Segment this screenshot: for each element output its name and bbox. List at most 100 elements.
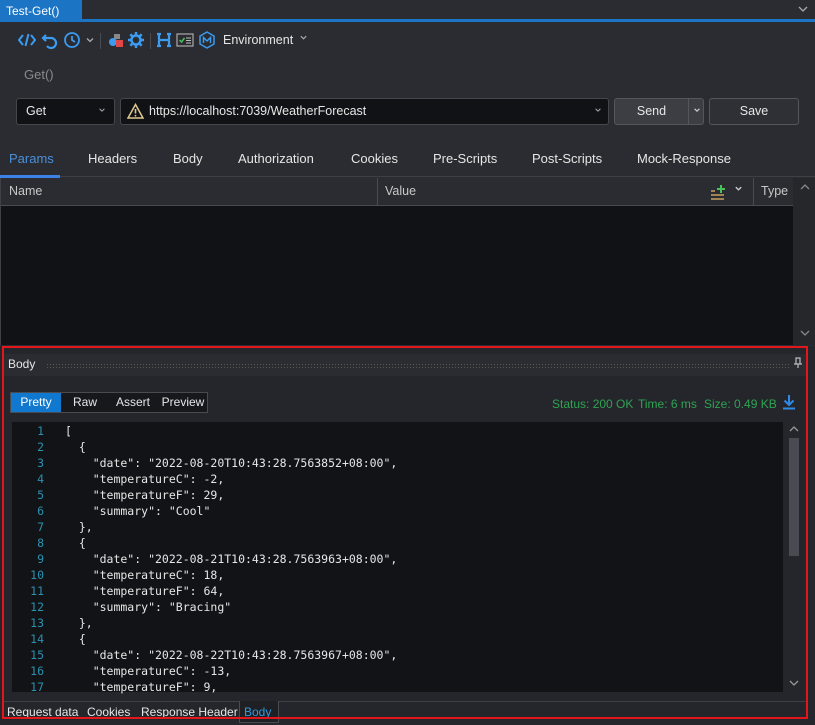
code-line: 9 "date": "2022-08-21T10:43:28.7563963+0… xyxy=(12,551,783,567)
code-line: 2 { xyxy=(12,439,783,455)
line-number: 4 xyxy=(37,472,44,486)
add-param-chevron-down-icon[interactable] xyxy=(734,184,743,195)
pin-icon[interactable] xyxy=(794,357,802,372)
time-text: Time: 6 ms xyxy=(638,397,697,411)
code-line: 11 "temperatureF": 64, xyxy=(12,583,783,599)
gear-icon[interactable] xyxy=(127,31,145,49)
code-line: 14 { xyxy=(12,631,783,647)
send-button-group: Send xyxy=(614,98,704,125)
method-select[interactable]: Get xyxy=(16,98,115,125)
environment-chevron-down-icon[interactable] xyxy=(299,33,308,44)
line-number: 10 xyxy=(30,568,44,582)
response-body-code[interactable]: 1[2 {3 "date": "2022-08-20T10:43:28.7563… xyxy=(12,422,783,695)
line-content: { xyxy=(65,440,86,454)
environment-selector[interactable]: Environment xyxy=(223,33,293,47)
scroll-up-icon[interactable] xyxy=(785,424,803,437)
toolbar-divider xyxy=(100,33,101,49)
line-content: { xyxy=(65,632,86,646)
app-window: Test-Get() Environment Get() Get https:/… xyxy=(0,0,815,725)
request-toolbar: Environment xyxy=(0,25,815,57)
tab-post-scripts[interactable]: Post-Scripts xyxy=(532,151,602,166)
code-line: 16 "temperatureC": -13, xyxy=(12,663,783,679)
bottom-tab-cookies[interactable]: Cookies xyxy=(87,705,130,719)
params-grid: Name Value Type xyxy=(0,178,815,345)
request-name[interactable]: Get() xyxy=(24,67,54,82)
code-line: 15 "date": "2022-08-22T10:43:28.7563967+… xyxy=(12,647,783,663)
code-line: 10 "temperatureC": 18, xyxy=(12,567,783,583)
tab-cookies[interactable]: Cookies xyxy=(351,151,398,166)
code-line: 4 "temperatureC": -2, xyxy=(12,471,783,487)
save-button[interactable]: Save xyxy=(709,98,799,125)
line-content: "temperatureC": -2, xyxy=(65,472,225,486)
code-line: 17 "temperatureF": 9, xyxy=(12,679,783,695)
response-panel-title-bar[interactable]: Body xyxy=(2,354,806,376)
tab-headers[interactable]: Headers xyxy=(88,151,137,166)
code-icon[interactable] xyxy=(18,31,36,49)
add-param-icon[interactable] xyxy=(710,183,728,201)
history-icon[interactable] xyxy=(63,31,81,49)
chevron-down-icon xyxy=(98,99,106,124)
bottom-tab-body[interactable]: Body xyxy=(244,705,271,719)
column-divider[interactable] xyxy=(753,178,754,205)
url-history-chevron-down-icon[interactable] xyxy=(594,99,602,124)
params-grid-header: Name Value Type xyxy=(1,178,793,206)
scroll-down-icon[interactable] xyxy=(785,678,803,691)
document-tab-title: Test-Get() xyxy=(6,4,60,18)
code-line: 3 "date": "2022-08-20T10:43:28.7563852+0… xyxy=(12,455,783,471)
bottom-tab-request-data[interactable]: Request data xyxy=(7,705,78,719)
line-content: "temperatureF": 9, xyxy=(65,680,218,694)
bottom-tab-response-header[interactable]: Response Header xyxy=(141,705,238,719)
scroll-up-icon[interactable] xyxy=(793,182,815,195)
line-number: 14 xyxy=(30,632,44,646)
download-icon[interactable] xyxy=(782,394,796,410)
view-tab-preview[interactable]: Preview xyxy=(159,393,207,412)
line-content: "temperatureF": 64, xyxy=(65,584,225,598)
column-header-value[interactable]: Value xyxy=(385,184,416,198)
undo-icon[interactable] xyxy=(41,31,59,49)
column-header-name[interactable]: Name xyxy=(9,184,42,198)
code-line: 7 }, xyxy=(12,519,783,535)
line-content: "summary": "Cool" xyxy=(65,504,211,518)
header-icon[interactable] xyxy=(155,31,173,49)
size-text: Size: 0.49 KB xyxy=(704,397,777,411)
send-button[interactable]: Send xyxy=(615,99,688,124)
tab-authorization[interactable]: Authorization xyxy=(238,151,314,166)
mock-icon[interactable] xyxy=(198,31,216,49)
view-tab-pretty[interactable]: Pretty xyxy=(11,393,61,412)
line-number: 13 xyxy=(30,616,44,630)
line-number: 11 xyxy=(30,584,44,598)
line-number: 15 xyxy=(30,648,44,662)
response-panel: Body Pretty Raw Assert Preview Status: 2… xyxy=(0,346,815,725)
url-input[interactable]: https://localhost:7039/WeatherForecast xyxy=(120,98,609,125)
scrollbar-thumb[interactable] xyxy=(789,438,799,556)
view-tab-assert[interactable]: Assert xyxy=(111,393,155,412)
line-content: }, xyxy=(65,616,93,630)
tab-pre-scripts[interactable]: Pre-Scripts xyxy=(433,151,497,166)
tab-params[interactable]: Params xyxy=(9,151,54,166)
tab-body[interactable]: Body xyxy=(173,151,203,166)
line-content: "temperatureF": 29, xyxy=(65,488,225,502)
tab-overflow-chevron-icon[interactable] xyxy=(797,3,809,15)
line-content: "summary": "Bracing" xyxy=(65,600,232,614)
code-line: 8 { xyxy=(12,535,783,551)
line-number: 12 xyxy=(30,600,44,614)
column-header-type[interactable]: Type xyxy=(761,184,788,198)
history-chevron-down-icon[interactable] xyxy=(83,31,97,49)
line-content: }, xyxy=(65,520,93,534)
document-tab[interactable]: Test-Get() xyxy=(0,0,82,22)
plugin-icon[interactable] xyxy=(107,31,125,49)
line-content: "temperatureC": 18, xyxy=(65,568,225,582)
scroll-down-icon[interactable] xyxy=(793,328,815,341)
drag-handle[interactable] xyxy=(46,363,790,368)
line-content: { xyxy=(65,536,86,550)
line-number: 3 xyxy=(37,456,44,470)
view-tab-raw[interactable]: Raw xyxy=(63,393,107,412)
checklist-icon[interactable] xyxy=(176,31,194,49)
method-value: Get xyxy=(26,104,47,118)
send-options-chevron-down-icon[interactable] xyxy=(689,99,704,124)
column-divider[interactable] xyxy=(377,178,378,205)
params-scrollbar[interactable] xyxy=(793,178,815,345)
warning-icon xyxy=(126,102,145,120)
code-scrollbar[interactable] xyxy=(785,422,803,692)
tab-mock-response[interactable]: Mock-Response xyxy=(637,151,731,166)
